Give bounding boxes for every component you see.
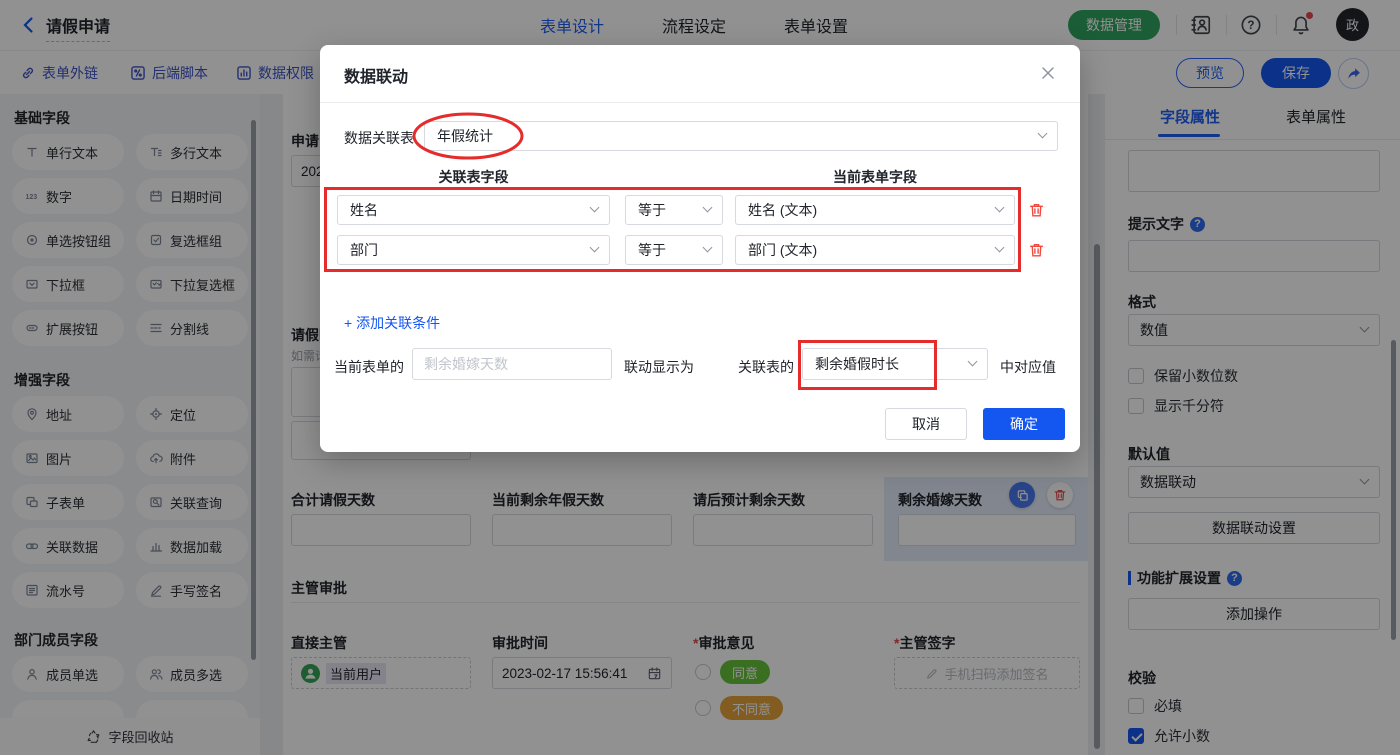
- chevron-down-icon: [702, 242, 713, 253]
- value: 等于: [638, 202, 666, 218]
- delete-condition-button[interactable]: [1028, 241, 1045, 259]
- cancel-button[interactable]: 取消: [885, 408, 967, 440]
- condition-left-select[interactable]: 部门: [337, 235, 610, 265]
- chevron-down-icon: [994, 202, 1005, 213]
- corresponding-value-label: 中对应值: [1000, 359, 1056, 375]
- condition-op-select[interactable]: 等于: [625, 235, 723, 265]
- chevron-down-icon: [589, 202, 600, 213]
- related-field-value: 剩余婚假时长: [815, 356, 899, 372]
- relation-table-select[interactable]: 年假统计: [424, 121, 1058, 151]
- chevron-down-icon: [967, 356, 978, 367]
- close-icon: [1042, 67, 1054, 79]
- value: 部门: [350, 242, 378, 258]
- value: 姓名: [350, 202, 378, 218]
- relation-table-label: 数据关联表: [344, 130, 414, 146]
- column-header-right: 当前表单字段: [833, 169, 917, 185]
- data-linkage-modal: 数据联动 数据关联表 年假统计 关联表字段 当前表单字段 姓名 等于 姓名 (文…: [320, 45, 1080, 452]
- condition-right-select[interactable]: 部门 (文本): [735, 235, 1015, 265]
- condition-op-select[interactable]: 等于: [625, 195, 723, 225]
- display-as-label: 联动显示为: [624, 359, 694, 375]
- value: 等于: [638, 242, 666, 258]
- column-header-left: 关联表字段: [438, 169, 509, 185]
- app-window: 请假申请 表单设计 流程设定 表单设置 数据管理 ? 政 表单外链 后端脚本 数…: [0, 0, 1400, 755]
- modal-header-divider: [320, 102, 1080, 103]
- confirm-button[interactable]: 确定: [983, 408, 1065, 440]
- current-form-label: 当前表单的: [334, 359, 404, 375]
- modal-close-button[interactable]: [1038, 63, 1058, 83]
- add-condition-link[interactable]: + 添加关联条件: [344, 313, 440, 333]
- related-field-select[interactable]: 剩余婚假时长: [802, 348, 988, 380]
- trash-icon: [1029, 203, 1044, 217]
- chevron-down-icon: [589, 242, 600, 253]
- delete-condition-button[interactable]: [1028, 201, 1045, 219]
- value: 姓名 (文本): [748, 202, 818, 218]
- related-table-label: 关联表的: [738, 359, 794, 375]
- chevron-down-icon: [1037, 128, 1048, 139]
- trash-icon: [1029, 243, 1044, 257]
- value: 部门 (文本): [748, 242, 818, 258]
- condition-right-select[interactable]: 姓名 (文本): [735, 195, 1015, 225]
- relation-table-value: 年假统计: [437, 128, 493, 144]
- modal-title: 数据联动: [344, 69, 409, 86]
- chevron-down-icon: [994, 242, 1005, 253]
- chevron-down-icon: [702, 202, 713, 213]
- condition-left-select[interactable]: 姓名: [337, 195, 610, 225]
- current-field-input[interactable]: 剩余婚嫁天数: [412, 348, 612, 380]
